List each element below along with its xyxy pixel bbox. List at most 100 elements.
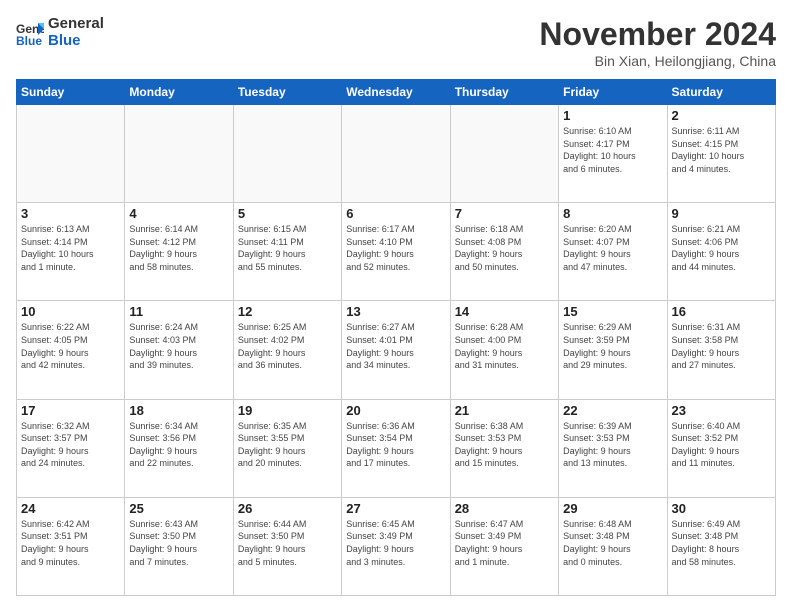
day-info: Sunrise: 6:18 AM Sunset: 4:08 PM Dayligh… [455,223,554,273]
day-info: Sunrise: 6:15 AM Sunset: 4:11 PM Dayligh… [238,223,337,273]
calendar-cell-0-0 [17,105,125,203]
calendar-cell-2-1: 11 Sunrise: 6:24 AM Sunset: 4:03 PM Dayli… [125,301,233,399]
calendar-cell-0-2 [233,105,341,203]
day-info: Sunrise: 6:14 AM Sunset: 4:12 PM Dayligh… [129,223,228,273]
col-monday: Monday [125,80,233,105]
day-number: 20 [346,403,445,418]
day-number: 19 [238,403,337,418]
day-info: Sunrise: 6:43 AM Sunset: 3:50 PM Dayligh… [129,518,228,568]
logo-icon: General Blue [16,19,44,47]
day-info: Sunrise: 6:34 AM Sunset: 3:56 PM Dayligh… [129,420,228,470]
logo: General Blue General Blue [16,16,104,49]
day-info: Sunrise: 6:38 AM Sunset: 3:53 PM Dayligh… [455,420,554,470]
month-title: November 2024 [539,16,776,53]
calendar-cell-4-4: 28 Sunrise: 6:47 AM Sunset: 3:49 PM Dayli… [450,497,558,595]
day-number: 29 [563,501,662,516]
calendar-cell-2-6: 16Sunrise: 6:31 AM Sunset: 3:58 PM Dayli… [667,301,775,399]
day-info: Sunrise: 6:45 AM Sunset: 3:49 PM Dayligh… [346,518,445,568]
calendar-cell-3-4: 21Sunrise: 6:38 AM Sunset: 3:53 PM Dayli… [450,399,558,497]
col-tuesday: Tuesday [233,80,341,105]
calendar-cell-0-6: 2 Sunrise: 6:11 AM Sunset: 4:15 PM Daylig… [667,105,775,203]
day-number: 3 [21,206,120,221]
calendar-cell-3-1: 18 Sunrise: 6:34 AM Sunset: 3:56 PM Dayli… [125,399,233,497]
day-info: Sunrise: 6:39 AM Sunset: 3:53 PM Dayligh… [563,420,662,470]
day-number: 15 [563,304,662,319]
day-number: 13 [346,304,445,319]
day-info: Sunrise: 6:29 AM Sunset: 3:59 PM Dayligh… [563,321,662,371]
day-number: 9 [672,206,771,221]
day-info: Sunrise: 6:35 AM Sunset: 3:55 PM Dayligh… [238,420,337,470]
day-number: 23 [672,403,771,418]
day-info: Sunrise: 6:10 AM Sunset: 4:17 PM Dayligh… [563,125,662,175]
calendar-cell-1-5: 8Sunrise: 6:20 AM Sunset: 4:07 PM Daylig… [559,203,667,301]
calendar-cell-4-1: 25 Sunrise: 6:43 AM Sunset: 3:50 PM Dayli… [125,497,233,595]
page-header: General Blue General Blue November 2024 … [16,16,776,69]
day-info: Sunrise: 6:47 AM Sunset: 3:49 PM Dayligh… [455,518,554,568]
day-number: 5 [238,206,337,221]
week-row-5: 24 Sunrise: 6:42 AM Sunset: 3:51 PM Dayli… [17,497,776,595]
day-number: 7 [455,206,554,221]
day-number: 8 [563,206,662,221]
day-number: 26 [238,501,337,516]
calendar-cell-3-6: 23 Sunrise: 6:40 AM Sunset: 3:52 PM Dayli… [667,399,775,497]
day-number: 25 [129,501,228,516]
title-area: November 2024 Bin Xian, Heilongjiang, Ch… [539,16,776,69]
day-number: 4 [129,206,228,221]
col-saturday: Saturday [667,80,775,105]
day-info: Sunrise: 6:32 AM Sunset: 3:57 PM Dayligh… [21,420,120,470]
calendar-cell-3-2: 19 Sunrise: 6:35 AM Sunset: 3:55 PM Dayli… [233,399,341,497]
day-number: 24 [21,501,120,516]
calendar-cell-2-2: 12Sunrise: 6:25 AM Sunset: 4:02 PM Dayli… [233,301,341,399]
day-number: 17 [21,403,120,418]
day-info: Sunrise: 6:13 AM Sunset: 4:14 PM Dayligh… [21,223,120,273]
day-number: 6 [346,206,445,221]
day-info: Sunrise: 6:17 AM Sunset: 4:10 PM Dayligh… [346,223,445,273]
day-info: Sunrise: 6:31 AM Sunset: 3:58 PM Dayligh… [672,321,771,371]
calendar-cell-1-2: 5 Sunrise: 6:15 AM Sunset: 4:11 PM Daylig… [233,203,341,301]
calendar-cell-2-5: 15 Sunrise: 6:29 AM Sunset: 3:59 PM Dayli… [559,301,667,399]
day-info: Sunrise: 6:40 AM Sunset: 3:52 PM Dayligh… [672,420,771,470]
day-info: Sunrise: 6:11 AM Sunset: 4:15 PM Dayligh… [672,125,771,175]
day-number: 1 [563,108,662,123]
col-wednesday: Wednesday [342,80,450,105]
calendar-cell-4-5: 29 Sunrise: 6:48 AM Sunset: 3:48 PM Dayli… [559,497,667,595]
calendar-cell-2-0: 10Sunrise: 6:22 AM Sunset: 4:05 PM Dayli… [17,301,125,399]
calendar-cell-1-1: 4 Sunrise: 6:14 AM Sunset: 4:12 PM Daylig… [125,203,233,301]
day-info: Sunrise: 6:49 AM Sunset: 3:48 PM Dayligh… [672,518,771,568]
calendar-cell-2-4: 14 Sunrise: 6:28 AM Sunset: 4:00 PM Dayli… [450,301,558,399]
day-number: 11 [129,304,228,319]
calendar-cell-0-3 [342,105,450,203]
svg-text:Blue: Blue [16,34,42,47]
day-number: 22 [563,403,662,418]
logo-line2: Blue [48,33,104,50]
calendar-cell-0-4 [450,105,558,203]
calendar-cell-3-5: 22 Sunrise: 6:39 AM Sunset: 3:53 PM Dayli… [559,399,667,497]
day-info: Sunrise: 6:48 AM Sunset: 3:48 PM Dayligh… [563,518,662,568]
calendar-cell-1-6: 9 Sunrise: 6:21 AM Sunset: 4:06 PM Daylig… [667,203,775,301]
day-number: 30 [672,501,771,516]
day-number: 18 [129,403,228,418]
calendar-cell-3-3: 20Sunrise: 6:36 AM Sunset: 3:54 PM Dayli… [342,399,450,497]
day-number: 10 [21,304,120,319]
day-info: Sunrise: 6:28 AM Sunset: 4:00 PM Dayligh… [455,321,554,371]
calendar-cell-4-0: 24 Sunrise: 6:42 AM Sunset: 3:51 PM Dayli… [17,497,125,595]
day-number: 14 [455,304,554,319]
day-number: 2 [672,108,771,123]
calendar-cell-4-6: 30 Sunrise: 6:49 AM Sunset: 3:48 PM Dayli… [667,497,775,595]
col-thursday: Thursday [450,80,558,105]
day-info: Sunrise: 6:24 AM Sunset: 4:03 PM Dayligh… [129,321,228,371]
calendar-cell-0-5: 1 Sunrise: 6:10 AM Sunset: 4:17 PM Daylig… [559,105,667,203]
day-info: Sunrise: 6:42 AM Sunset: 3:51 PM Dayligh… [21,518,120,568]
calendar-cell-3-0: 17 Sunrise: 6:32 AM Sunset: 3:57 PM Dayli… [17,399,125,497]
day-number: 27 [346,501,445,516]
week-row-4: 17 Sunrise: 6:32 AM Sunset: 3:57 PM Dayli… [17,399,776,497]
col-friday: Friday [559,80,667,105]
col-sunday: Sunday [17,80,125,105]
day-number: 28 [455,501,554,516]
day-number: 12 [238,304,337,319]
day-info: Sunrise: 6:21 AM Sunset: 4:06 PM Dayligh… [672,223,771,273]
calendar-table: Sunday Monday Tuesday Wednesday Thursday… [16,79,776,596]
calendar-cell-4-2: 26 Sunrise: 6:44 AM Sunset: 3:50 PM Dayli… [233,497,341,595]
week-row-1: 1 Sunrise: 6:10 AM Sunset: 4:17 PM Daylig… [17,105,776,203]
day-info: Sunrise: 6:44 AM Sunset: 3:50 PM Dayligh… [238,518,337,568]
